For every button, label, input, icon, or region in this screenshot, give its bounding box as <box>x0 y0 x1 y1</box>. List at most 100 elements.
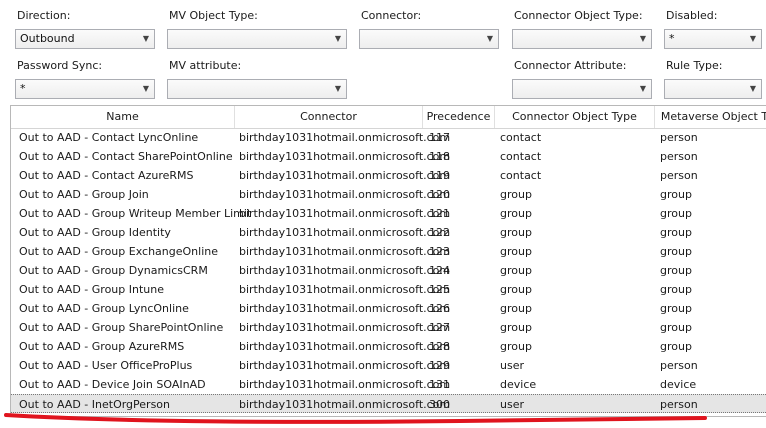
cell-name: Out to AAD - Group Intune <box>19 283 164 296</box>
direction-dropdown[interactable]: Outbound ▼ <box>15 29 155 49</box>
cell-precedence: 122 <box>429 226 450 239</box>
disabled-label: Disabled: <box>666 9 718 22</box>
connector-dropdown[interactable]: ▼ <box>359 29 499 49</box>
cell-precedence: 129 <box>429 359 450 372</box>
cell-precedence: 124 <box>429 264 450 277</box>
cell-precedence: 127 <box>429 321 450 334</box>
cell-metaverse-object-type: group <box>660 302 692 315</box>
table-row[interactable]: Out to AAD - Group AzureRMS birthday1031h… <box>11 337 766 356</box>
cell-connector: birthday1031hotmail.onmicrosoft.com <box>239 226 451 239</box>
table-row[interactable]: Out to AAD - Group ExchangeOnline birthda… <box>11 242 766 261</box>
cell-connector: birthday1031hotmail.onmicrosoft.com <box>239 378 451 391</box>
cell-connector: birthday1031hotmail.onmicrosoft.com <box>239 340 451 353</box>
connector-object-type-label: Connector Object Type: <box>514 9 643 22</box>
chevron-down-icon: ▼ <box>749 84 756 93</box>
cell-name: Out to AAD - Group Writeup Member Limit <box>19 207 252 220</box>
chevron-down-icon: ▼ <box>142 34 149 43</box>
cell-connector-object-type: group <box>500 245 532 258</box>
table-row[interactable]: Out to AAD - InetOrgPerson birthday1031ho… <box>11 394 766 413</box>
chevron-down-icon: ▼ <box>749 34 756 43</box>
cell-metaverse-object-type: group <box>660 264 692 277</box>
chevron-down-icon: ▼ <box>639 84 646 93</box>
cell-connector: birthday1031hotmail.onmicrosoft.com <box>239 169 451 182</box>
cell-metaverse-object-type: person <box>660 169 698 182</box>
cell-name: Out to AAD - Group DynamicsCRM <box>19 264 208 277</box>
table-row[interactable]: Out to AAD - Group SharePointOnline birth… <box>11 318 766 337</box>
sync-rules-grid[interactable]: Name Connector Precedence Connector Obje… <box>10 105 766 417</box>
mv-attribute-dropdown[interactable]: ▼ <box>167 79 347 99</box>
cell-precedence: 118 <box>429 150 450 163</box>
chevron-down-icon: ▼ <box>334 84 341 93</box>
table-row[interactable]: Out to AAD - Group Identity birthday1031h… <box>11 223 766 242</box>
cell-precedence: 119 <box>429 169 450 182</box>
cell-connector-object-type: user <box>500 359 524 372</box>
cell-connector-object-type: group <box>500 340 532 353</box>
table-row[interactable]: Out to AAD - Group Join birthday1031hotma… <box>11 185 766 204</box>
cell-connector-object-type: group <box>500 226 532 239</box>
table-row[interactable]: Out to AAD - Group Writeup Member Limit b… <box>11 204 766 223</box>
grid-header: Name Connector Precedence Connector Obje… <box>11 106 766 129</box>
connector-label: Connector: <box>361 9 422 22</box>
cell-connector-object-type: contact <box>500 169 542 182</box>
mv-object-type-label: MV Object Type: <box>169 9 258 22</box>
table-row[interactable]: Out to AAD - Contact AzureRMS birthday103… <box>11 166 766 185</box>
cell-connector-object-type: contact <box>500 150 542 163</box>
cell-metaverse-object-type: group <box>660 340 692 353</box>
column-header-metaverse-object-type[interactable]: Metaverse Object T <box>655 106 766 128</box>
table-row[interactable]: Out to AAD - Contact SharePointOnline bir… <box>11 147 766 166</box>
cell-name: Out to AAD - Group Identity <box>19 226 171 239</box>
direction-value: Outbound <box>20 32 75 45</box>
connector-attribute-label: Connector Attribute: <box>514 59 627 72</box>
table-row[interactable]: Out to AAD - User OfficeProPlus birthday1… <box>11 356 766 375</box>
direction-label: Direction: <box>17 9 71 22</box>
table-row[interactable]: Out to AAD - Device Join SOAInAD birthday… <box>11 375 766 394</box>
chevron-down-icon: ▼ <box>334 34 341 43</box>
rule-type-label: Rule Type: <box>666 59 723 72</box>
cell-precedence: 125 <box>429 283 450 296</box>
rule-type-dropdown[interactable]: ▼ <box>664 79 762 99</box>
table-row[interactable]: Out to AAD - Contact LyncOnline birthday1… <box>11 128 766 147</box>
cell-connector-object-type: group <box>500 188 532 201</box>
connector-object-type-dropdown[interactable]: ▼ <box>512 29 652 49</box>
mv-attribute-label: MV attribute: <box>169 59 242 72</box>
cell-name: Out to AAD - Contact AzureRMS <box>19 169 194 182</box>
cell-metaverse-object-type: group <box>660 188 692 201</box>
cell-metaverse-object-type: group <box>660 245 692 258</box>
mv-object-type-dropdown[interactable]: ▼ <box>167 29 347 49</box>
cell-connector: birthday1031hotmail.onmicrosoft.com <box>239 398 451 411</box>
column-header-connector-object-type[interactable]: Connector Object Type <box>495 106 655 128</box>
cell-name: Out to AAD - Group SharePointOnline <box>19 321 224 334</box>
cell-metaverse-object-type: device <box>660 378 697 391</box>
cell-connector-object-type: group <box>500 321 532 334</box>
cell-metaverse-object-type: group <box>660 283 692 296</box>
cell-connector-object-type: group <box>500 283 532 296</box>
disabled-value: * <box>669 32 675 45</box>
column-header-connector[interactable]: Connector <box>235 106 423 128</box>
cell-connector-object-type: device <box>500 378 537 391</box>
cell-metaverse-object-type: person <box>660 150 698 163</box>
connector-attribute-dropdown[interactable]: ▼ <box>512 79 652 99</box>
cell-connector: birthday1031hotmail.onmicrosoft.com <box>239 207 451 220</box>
cell-connector: birthday1031hotmail.onmicrosoft.com <box>239 359 451 372</box>
cell-connector: birthday1031hotmail.onmicrosoft.com <box>239 245 451 258</box>
password-sync-label: Password Sync: <box>17 59 103 72</box>
table-row[interactable]: Out to AAD - Group Intune birthday1031hot… <box>11 280 766 299</box>
cell-connector-object-type: contact <box>500 131 542 144</box>
cell-name: Out to AAD - Group AzureRMS <box>19 340 185 353</box>
column-header-name[interactable]: Name <box>11 106 235 128</box>
cell-connector-object-type: group <box>500 302 532 315</box>
cell-metaverse-object-type: person <box>660 359 698 372</box>
cell-connector: birthday1031hotmail.onmicrosoft.com <box>239 321 451 334</box>
cell-metaverse-object-type: group <box>660 226 692 239</box>
disabled-dropdown[interactable]: * ▼ <box>664 29 762 49</box>
password-sync-dropdown[interactable]: * ▼ <box>15 79 155 99</box>
cell-connector: birthday1031hotmail.onmicrosoft.com <box>239 131 451 144</box>
table-row[interactable]: Out to AAD - Group LyncOnline birthday103… <box>11 299 766 318</box>
cell-precedence: 300 <box>429 398 450 411</box>
column-header-precedence[interactable]: Precedence <box>423 106 495 128</box>
cell-metaverse-object-type: person <box>660 131 698 144</box>
cell-name: Out to AAD - Group Join <box>19 188 149 201</box>
cell-metaverse-object-type: person <box>660 398 698 411</box>
table-row[interactable]: Out to AAD - Group DynamicsCRM birthday10… <box>11 261 766 280</box>
cell-name: Out to AAD - Device Join SOAInAD <box>19 378 206 391</box>
